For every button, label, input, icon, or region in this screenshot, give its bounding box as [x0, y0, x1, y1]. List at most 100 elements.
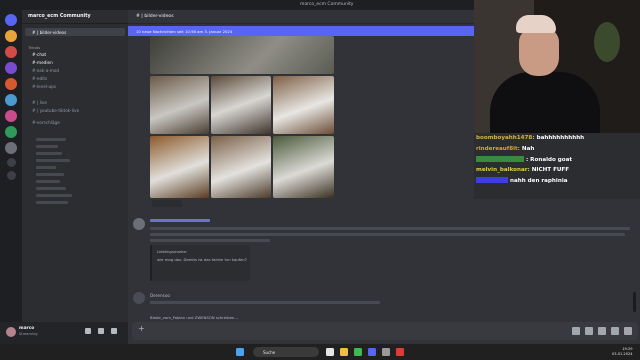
- add-attachment-icon[interactable]: +: [138, 324, 145, 333]
- server-rail: [0, 10, 22, 344]
- stream-chat-overlay: boomboyahh1478: bahhhhhhhhhh rindereauf8i…: [474, 133, 640, 199]
- reaction-bar[interactable]: [152, 200, 182, 207]
- voice-user[interactable]: [22, 171, 128, 178]
- channel-title: # | bilder-videos: [136, 14, 174, 19]
- microphone-icon[interactable]: [85, 328, 91, 334]
- category-trikots[interactable]: Trikots: [22, 42, 128, 50]
- author-name[interactable]: Derensoo: [150, 293, 170, 298]
- streamer-face: [519, 28, 559, 76]
- channel-bilder-videos[interactable]: # | bilder-videos: [25, 28, 125, 36]
- obs-icon[interactable]: [382, 348, 390, 356]
- message-embed: Lieblingsmarke: wie mag das. Damits ist …: [150, 245, 250, 281]
- window-title: marco_ecm Community: [300, 2, 354, 7]
- voice-user[interactable]: [22, 150, 128, 157]
- stream-chat-user: melvin_balkonar:: [476, 166, 530, 173]
- image-gallery: [150, 36, 334, 198]
- voice-user[interactable]: [22, 164, 128, 171]
- stream-chat-line: nahh den raphinia: [476, 177, 638, 188]
- voice-user[interactable]: [22, 192, 128, 199]
- chat-scrollbar[interactable]: [633, 292, 636, 312]
- new-messages-banner[interactable]: 10 neue Nachrichten seit 10:58 am 3. Jan…: [128, 26, 474, 36]
- settings-gear-icon[interactable]: [111, 328, 117, 334]
- streamer-body: [490, 72, 600, 133]
- file-explorer-icon[interactable]: [340, 348, 348, 356]
- voice-user[interactable]: [22, 136, 128, 143]
- webcam-overlay: [474, 0, 640, 133]
- channel-medien[interactable]: #-medien: [22, 58, 128, 66]
- embed-line: wie mag das. Damits ist das fahrte fun k…: [157, 257, 247, 262]
- clock-date: 03.01.2024: [612, 351, 633, 356]
- explore-icon[interactable]: [6, 171, 16, 180]
- channel-edits[interactable]: #-edits: [22, 74, 128, 82]
- server-name[interactable]: marco_ecm Community: [22, 10, 128, 24]
- voice-user[interactable]: [22, 185, 128, 192]
- channel-level-ups[interactable]: #-level-ups: [22, 82, 128, 90]
- voice-user[interactable]: [22, 199, 128, 206]
- emoji-icon[interactable]: [611, 327, 619, 335]
- avatar[interactable]: [133, 292, 145, 304]
- gif-icon[interactable]: [585, 327, 593, 335]
- stream-chat-line: melvin_balkonar: NICHT FUFF: [476, 167, 638, 178]
- taskbar-clock[interactable]: 19:29 03.01.2024: [612, 347, 633, 357]
- avatar[interactable]: [133, 218, 145, 230]
- server-icon-7[interactable]: [5, 126, 17, 138]
- voice-user[interactable]: [22, 143, 128, 150]
- new-messages-text: 10 neue Nachrichten seit 10:58 am 3. Jan…: [136, 29, 233, 34]
- voice-user[interactable]: [22, 178, 128, 185]
- channel-youtube-tiktok-live[interactable]: # | youtube-tiktok-live: [22, 106, 128, 114]
- gift-icon[interactable]: [572, 327, 580, 335]
- car-photo-7[interactable]: [273, 136, 334, 198]
- server-icon-6[interactable]: [5, 110, 17, 122]
- voice-user[interactable]: [22, 157, 128, 164]
- car-photo-5[interactable]: [150, 136, 209, 198]
- app-icon[interactable]: [396, 348, 404, 356]
- car-photo-1[interactable]: [150, 36, 334, 74]
- channel-sidebar: marco_ecm Community # | bilder-videos Tr…: [22, 10, 128, 322]
- stream-chat-user: rindereauf8it:: [476, 145, 520, 152]
- server-icon-3[interactable]: [5, 62, 17, 74]
- message-text: [150, 301, 380, 304]
- channel-chat[interactable]: #-chat: [22, 50, 128, 58]
- username: marco: [19, 326, 35, 331]
- stream-chat-user: boomboyahh1478:: [476, 135, 535, 141]
- channel-vorschlaege[interactable]: #-vorschläge: [22, 118, 128, 126]
- message-text: [150, 239, 270, 242]
- channel-ask-a-mod[interactable]: #-ask-a-mod: [22, 66, 128, 74]
- discord-home-icon[interactable]: [5, 14, 17, 26]
- discord-icon[interactable]: [368, 348, 376, 356]
- embed-line: Lieblingsmarke:: [157, 249, 188, 254]
- server-icon-1[interactable]: [5, 30, 17, 42]
- message-text: [150, 233, 625, 236]
- apps-icon[interactable]: [624, 327, 632, 335]
- headphones-icon[interactable]: [98, 328, 104, 334]
- user-status: Streaming: [19, 332, 38, 336]
- car-photo-3[interactable]: [211, 76, 271, 134]
- message-composer[interactable]: +: [132, 322, 638, 340]
- car-photo-6[interactable]: [211, 136, 271, 198]
- sticker-icon[interactable]: [598, 327, 606, 335]
- message-text: [150, 227, 630, 230]
- chrome-icon[interactable]: [354, 348, 362, 356]
- stream-chat-line: : Ronaldo goat: [476, 156, 638, 167]
- avatar[interactable]: [6, 327, 16, 337]
- windows-taskbar: Suche 19:29 03.01.2024: [0, 344, 640, 360]
- hidden-username: [476, 177, 508, 183]
- server-icon-2[interactable]: [5, 46, 17, 58]
- stream-chat-line: rindereauf8it: Nah: [476, 146, 638, 157]
- server-icon-5[interactable]: [5, 94, 17, 106]
- task-view-icon[interactable]: [326, 348, 334, 356]
- user-panel: marco Streaming: [0, 322, 128, 344]
- stream-chat-text: NICHT FUFF: [531, 166, 570, 173]
- server-icon-8[interactable]: [5, 142, 17, 154]
- car-photo-2[interactable]: [150, 76, 209, 134]
- stream-chat-text: Nah: [521, 145, 535, 152]
- stream-chat-text: nahh den raphinia: [510, 178, 568, 184]
- windows-start-icon[interactable]: [236, 348, 244, 356]
- hidden-username: [476, 156, 524, 162]
- server-icon-4[interactable]: [5, 78, 17, 90]
- car-photo-4[interactable]: [273, 76, 334, 134]
- taskbar-search[interactable]: Suche: [253, 347, 319, 357]
- author-name[interactable]: [150, 219, 210, 222]
- add-server-icon[interactable]: [6, 158, 16, 167]
- channel-live[interactable]: # | live: [22, 98, 128, 106]
